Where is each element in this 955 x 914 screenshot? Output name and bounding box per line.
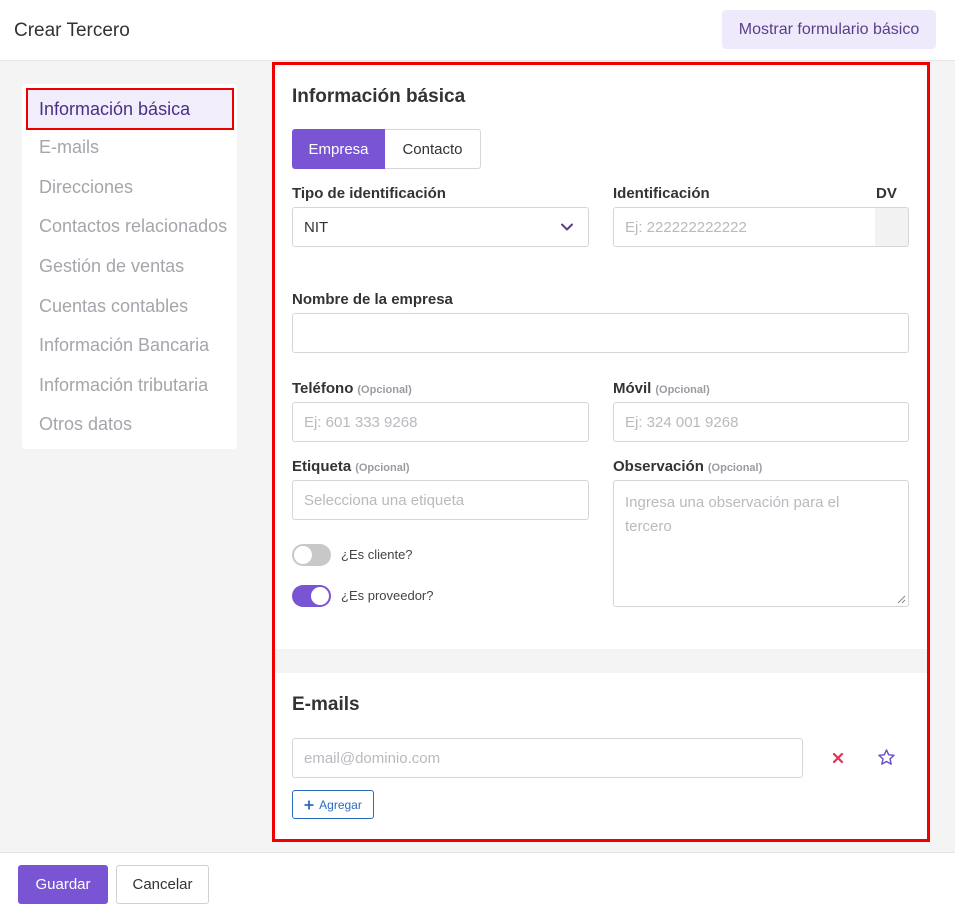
dv-label: DV: [876, 185, 897, 202]
basic-info-title: Información básica: [292, 86, 466, 107]
identification-placeholder: Ej: 222222222222: [625, 218, 747, 236]
identification-label: Identificación: [613, 185, 710, 202]
emails-title: E-mails: [292, 694, 360, 715]
close-icon: [832, 752, 844, 764]
form-footer: Guardar Cancelar: [0, 852, 955, 914]
observation-textarea[interactable]: Ingresa una observación para el tercero: [613, 480, 909, 607]
toggle-knob: [311, 587, 329, 605]
nav-item-other-data[interactable]: Otros datos: [39, 414, 132, 435]
is-client-toggle[interactable]: [292, 544, 331, 566]
section-separator: [275, 649, 927, 673]
nav-item-accounts[interactable]: Cuentas contables: [39, 296, 188, 317]
chevron-down-icon: [561, 223, 573, 231]
star-icon: [877, 748, 895, 765]
id-type-value: NIT: [304, 218, 329, 236]
entity-type-toggle: Empresa Contacto: [292, 129, 481, 169]
add-email-button[interactable]: Agregar: [292, 790, 374, 819]
delete-email-button[interactable]: [826, 746, 850, 770]
dv-input: [875, 207, 909, 247]
mobile-label: Móvil (Opcional): [613, 380, 710, 397]
save-button[interactable]: Guardar: [18, 865, 108, 904]
mobile-placeholder: Ej: 324 001 9268: [625, 413, 739, 431]
email-placeholder: email@dominio.com: [304, 749, 441, 767]
nav-item-emails[interactable]: E-mails: [39, 137, 99, 158]
nav-item-bank-info[interactable]: Información Bancaria: [39, 335, 209, 356]
nav-item-sales[interactable]: Gestión de ventas: [39, 256, 184, 277]
phone-label: Teléfono (Opcional): [292, 380, 412, 397]
is-supplier-label: ¿Es proveedor?: [341, 588, 434, 603]
add-email-label: Agregar: [319, 797, 362, 812]
email-input[interactable]: email@dominio.com: [292, 738, 803, 778]
tag-placeholder: Selecciona una etiqueta: [304, 491, 465, 509]
observation-label: Observación (Opcional): [613, 458, 763, 475]
resize-handle-icon[interactable]: [897, 595, 906, 604]
favorite-email-button[interactable]: [874, 745, 898, 769]
identification-input[interactable]: Ej: 222222222222: [613, 207, 876, 247]
section-nav: Información básica E-mails Direcciones C…: [22, 84, 237, 449]
id-type-label: Tipo de identificación: [292, 185, 446, 202]
observation-placeholder: Ingresa una observación para el tercero: [625, 494, 840, 535]
phone-input[interactable]: Ej: 601 333 9268: [292, 402, 589, 442]
toggle-knob: [294, 546, 312, 564]
mobile-input[interactable]: Ej: 324 001 9268: [613, 402, 909, 442]
nav-item-related-contacts[interactable]: Contactos relacionados: [39, 216, 227, 237]
page-title: Crear Tercero: [14, 20, 130, 41]
tag-select[interactable]: Selecciona una etiqueta: [292, 480, 589, 520]
cancel-button[interactable]: Cancelar: [116, 865, 209, 904]
form-panel: Información básica Empresa Contacto Tipo…: [272, 62, 930, 842]
is-client-label: ¿Es cliente?: [341, 547, 413, 562]
nav-item-addresses[interactable]: Direcciones: [39, 177, 133, 198]
company-name-input[interactable]: [292, 313, 909, 353]
nav-item-tax-info[interactable]: Información tributaria: [39, 375, 208, 396]
phone-placeholder: Ej: 601 333 9268: [304, 413, 418, 431]
plus-icon: [304, 800, 314, 809]
id-type-select[interactable]: NIT: [292, 207, 589, 247]
nav-item-basic-info[interactable]: Información básica: [26, 88, 234, 130]
show-basic-form-button[interactable]: Mostrar formulario básico: [722, 10, 936, 49]
tag-label: Etiqueta (Opcional): [292, 458, 410, 475]
page-header: Crear Tercero Mostrar formulario básico: [0, 0, 955, 61]
company-name-label: Nombre de la empresa: [292, 291, 453, 308]
contact-tab[interactable]: Contacto: [385, 129, 481, 169]
company-tab[interactable]: Empresa: [292, 129, 385, 169]
is-supplier-toggle[interactable]: [292, 585, 331, 607]
